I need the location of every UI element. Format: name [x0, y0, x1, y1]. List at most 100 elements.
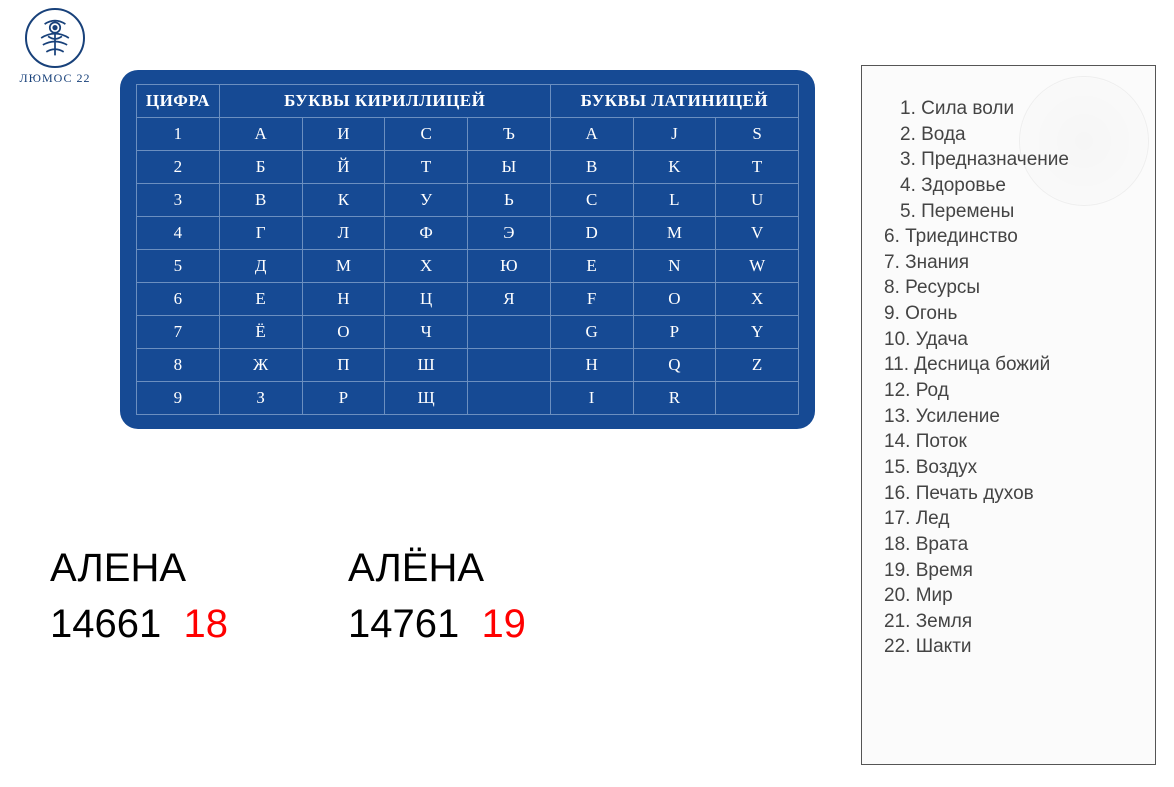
item-text: Воздух [910, 457, 977, 478]
logo-text: ЛЮМОС 22 [15, 71, 95, 86]
item-number: 18. [884, 534, 910, 555]
cell-cyr: З [219, 382, 302, 415]
name-1-calc: 14661 18 [50, 596, 228, 652]
cell-cyr: Б [219, 151, 302, 184]
list-item: 2. Вода [884, 122, 1141, 148]
cell-digit: 5 [137, 250, 220, 283]
list-item: 10. Удача [884, 327, 1141, 353]
cell-cyr: Ю [468, 250, 551, 283]
list-item: 3. Предназначение [884, 147, 1141, 173]
item-text: Земля [910, 611, 972, 632]
cell-lat: N [633, 250, 716, 283]
item-text: Вода [916, 124, 966, 145]
table-row: 7ЁОЧ GPY [137, 316, 799, 349]
cell-lat: G [550, 316, 633, 349]
item-text: Усиление [910, 406, 1000, 427]
item-text: Печать духов [910, 483, 1033, 504]
item-number: 7. [884, 252, 900, 273]
table-row: 1АИСЪAJS [137, 118, 799, 151]
cell-digit: 8 [137, 349, 220, 382]
table-row: 2БЙТЫBKT [137, 151, 799, 184]
list-item: 4. Здоровье [884, 173, 1141, 199]
cell-lat: X [716, 283, 799, 316]
th-cyrillic: БУКВЫ КИРИЛЛИЦЕЙ [219, 85, 550, 118]
cell-cyr [468, 382, 551, 415]
cell-lat: K [633, 151, 716, 184]
item-number: 11. [884, 354, 909, 375]
cell-cyr: О [302, 316, 385, 349]
item-text: Здоровье [916, 175, 1006, 196]
item-number: 1. [900, 98, 916, 119]
cell-lat: D [550, 217, 633, 250]
cell-lat: W [716, 250, 799, 283]
item-number: 4. [900, 175, 916, 196]
table-row: 5ДМХЮENW [137, 250, 799, 283]
item-text: Перемены [916, 201, 1014, 222]
cell-lat: Y [716, 316, 799, 349]
cell-cyr: Щ [385, 382, 468, 415]
item-number: 12. [884, 380, 910, 401]
cell-cyr: Н [302, 283, 385, 316]
cell-digit: 6 [137, 283, 220, 316]
cell-cyr: Ь [468, 184, 551, 217]
item-text: Шакти [910, 636, 971, 657]
item-number: 13. [884, 406, 910, 427]
list-item: 13. Усиление [884, 404, 1141, 430]
names-section: АЛЕНА 14661 18 АЛЁНА 14761 19 [50, 540, 526, 652]
cell-lat: L [633, 184, 716, 217]
list-item: 18. Врата [884, 532, 1141, 558]
cell-cyr: А [219, 118, 302, 151]
item-text: Врата [910, 534, 968, 555]
cell-lat: Z [716, 349, 799, 382]
logo: ЛЮМОС 22 [15, 8, 95, 86]
item-text: Десница божий [909, 354, 1050, 375]
cell-lat: V [716, 217, 799, 250]
item-number: 6. [884, 226, 900, 247]
item-text: Ресурсы [900, 277, 980, 298]
cell-cyr: Ч [385, 316, 468, 349]
table-row: 6ЕНЦЯFOX [137, 283, 799, 316]
item-number: 20. [884, 585, 910, 606]
cell-cyr: Ё [219, 316, 302, 349]
item-number: 21. [884, 611, 910, 632]
item-text: Поток [910, 431, 966, 452]
list-item: 6. Триединство [884, 224, 1141, 250]
cell-lat: F [550, 283, 633, 316]
item-text: Лед [910, 508, 949, 529]
cell-lat [716, 382, 799, 415]
name-1-sum: 18 [183, 602, 228, 646]
cell-cyr: Й [302, 151, 385, 184]
th-latin: БУКВЫ ЛАТИНИЦЕЙ [550, 85, 798, 118]
cell-cyr: М [302, 250, 385, 283]
cell-cyr [468, 349, 551, 382]
cell-cyr: П [302, 349, 385, 382]
list-item: 15. Воздух [884, 455, 1141, 481]
cell-lat: U [716, 184, 799, 217]
cell-digit: 9 [137, 382, 220, 415]
cell-lat: B [550, 151, 633, 184]
cell-cyr: Р [302, 382, 385, 415]
cell-lat: J [633, 118, 716, 151]
cell-cyr: Т [385, 151, 468, 184]
cell-cyr: Л [302, 217, 385, 250]
cell-lat: P [633, 316, 716, 349]
cell-lat: Q [633, 349, 716, 382]
list-item: 7. Знания [884, 250, 1141, 276]
cell-cyr: К [302, 184, 385, 217]
list-item: 22. Шакти [884, 634, 1141, 660]
name-2-digits: 14761 [348, 602, 459, 646]
cell-digit: 1 [137, 118, 220, 151]
list-item: 12. Род [884, 378, 1141, 404]
cell-cyr: Я [468, 283, 551, 316]
table-row: 9ЗРЩIR [137, 382, 799, 415]
cell-cyr: Е [219, 283, 302, 316]
table-row: 3ВКУЬCLU [137, 184, 799, 217]
cell-cyr: С [385, 118, 468, 151]
name-block-1: АЛЕНА 14661 18 [50, 540, 228, 652]
item-number: 3. [900, 149, 916, 170]
list-item: 14. Поток [884, 429, 1141, 455]
cell-lat: C [550, 184, 633, 217]
cell-digit: 7 [137, 316, 220, 349]
item-number: 19. [884, 560, 910, 581]
cell-lat: A [550, 118, 633, 151]
